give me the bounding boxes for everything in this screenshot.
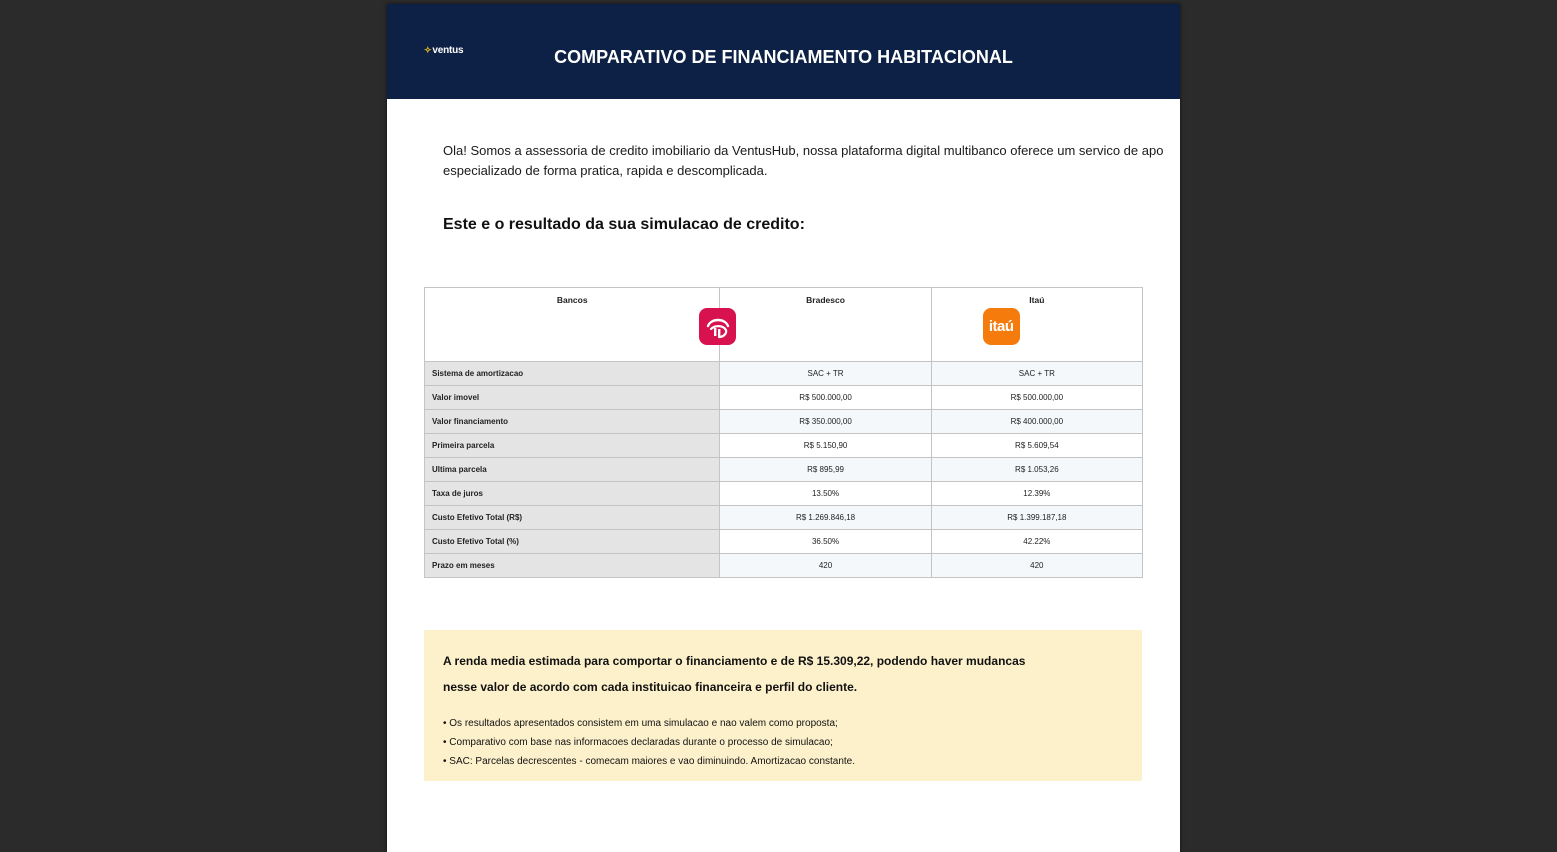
result-heading: Este e o resultado da sua simulacao de c… bbox=[443, 216, 805, 233]
row-value-bradesco: 36.50% bbox=[719, 529, 932, 554]
disclaimer-list: • Os resultados apresentados consistem e… bbox=[443, 714, 855, 771]
table-row-taxa-juros: Taxa de juros 13.50% 12.39% bbox=[423, 481, 1144, 506]
row-value-bradesco: SAC + TR bbox=[719, 361, 932, 386]
row-value-bradesco: 420 bbox=[719, 553, 932, 578]
bank-name-bradesco: Bradesco bbox=[806, 295, 845, 305]
row-label: Ultima parcela bbox=[423, 457, 721, 482]
row-value-itau: R$ 5.609,54 bbox=[930, 433, 1144, 458]
list-item: • Os resultados apresentados consistem e… bbox=[443, 718, 838, 729]
row-value-itau: R$ 1.053,26 bbox=[930, 457, 1144, 482]
row-label: Valor financiamento bbox=[423, 409, 721, 434]
document-title-text: COMPARATIVO DE FINANCIAMENTO HABITACIONA… bbox=[554, 47, 1013, 67]
row-value-bradesco: R$ 350.000,00 bbox=[719, 409, 932, 434]
row-value-itau: R$ 1.399.187,18 bbox=[930, 505, 1144, 530]
table-row-valor-imovel: Valor imovel R$ 500.000,00 R$ 500.000,00 bbox=[423, 385, 1144, 410]
row-label: Sistema de amortizacao bbox=[423, 361, 721, 386]
table-row-sistema-amortizacao: Sistema de amortizacao SAC + TR SAC + TR bbox=[423, 361, 1144, 386]
header-bank-itau: Itaú itaú bbox=[930, 287, 1144, 362]
list-item: • Comparativo com base nas informacoes d… bbox=[443, 737, 833, 748]
header-bank-bradesco: Bradesco bbox=[719, 287, 932, 362]
bank-name-itau: Itaú bbox=[1029, 295, 1045, 305]
row-label: Prazo em meses bbox=[423, 553, 721, 578]
row-value-bradesco: R$ 5.150,90 bbox=[719, 433, 932, 458]
table-row-primeira-parcela: Primeira parcela R$ 5.150,90 R$ 5.609,54 bbox=[423, 433, 1144, 458]
bradesco-tree-icon bbox=[706, 318, 729, 338]
row-value-bradesco: R$ 500.000,00 bbox=[719, 385, 932, 410]
table-header-row: Bancos Bradesco Itaú itaú bbox=[423, 287, 1144, 362]
row-label: Primeira parcela bbox=[423, 433, 721, 458]
row-label: Taxa de juros bbox=[423, 481, 721, 506]
row-value-bradesco: R$ 1.269.846,18 bbox=[719, 505, 932, 530]
table-row-prazo-meses: Prazo em meses 420 420 bbox=[423, 553, 1144, 578]
table-row-cet-percent: Custo Efetivo Total (%) 36.50% 42.22% bbox=[423, 529, 1144, 554]
income-notice-box: A renda media estimada para comportar o … bbox=[424, 630, 1142, 781]
page-header: ✧ ventus COMPARATIVO DE FINANCIAMENTO HA… bbox=[387, 4, 1180, 99]
list-item: • SAC: Parcelas decrescentes - comecam m… bbox=[443, 756, 856, 767]
document-title: COMPARATIVO DE FINANCIAMENTO HABITACIONA… bbox=[387, 47, 1180, 68]
income-notice-line-2: nesse valor de acordo com cada instituic… bbox=[443, 680, 858, 694]
intro-paragraph: Ola! Somos a assessoria de credito imobi… bbox=[443, 141, 1180, 181]
row-value-bradesco: R$ 895,99 bbox=[719, 457, 932, 482]
row-value-bradesco: 13.50% bbox=[719, 481, 932, 506]
table-row-cet-reais: Custo Efetivo Total (R$) R$ 1.269.846,18… bbox=[423, 505, 1144, 530]
row-value-itau: R$ 400.000,00 bbox=[930, 409, 1144, 434]
row-value-itau: 42.22% bbox=[930, 529, 1144, 554]
table-row-valor-financiamento: Valor financiamento R$ 350.000,00 R$ 400… bbox=[423, 409, 1144, 434]
itau-logo-text: itaú bbox=[988, 318, 1014, 335]
row-value-itau: SAC + TR bbox=[930, 361, 1144, 386]
row-label: Custo Efetivo Total (%) bbox=[423, 529, 721, 554]
income-notice-text: A renda media estimada para comportar o … bbox=[443, 648, 1123, 700]
row-value-itau: 12.39% bbox=[930, 481, 1144, 506]
intro-line-2: especializado de forma pratica, rapida e… bbox=[443, 163, 768, 178]
row-label: Custo Efetivo Total (R$) bbox=[423, 505, 721, 530]
intro-line-1: Ola! Somos a assessoria de credito imobi… bbox=[443, 143, 1164, 158]
header-bancos: Bancos bbox=[423, 287, 736, 362]
row-value-itau: 420 bbox=[930, 553, 1144, 578]
comparison-table: Bancos Bradesco Itaú itaú Sistema de amo… bbox=[423, 287, 1144, 578]
income-notice-line-1: A renda media estimada para comportar o … bbox=[443, 654, 1026, 668]
document-page: ✧ ventus COMPARATIVO DE FINANCIAMENTO HA… bbox=[387, 4, 1180, 852]
row-value-itau: R$ 500.000,00 bbox=[930, 385, 1144, 410]
row-label: Valor imovel bbox=[423, 385, 721, 410]
bradesco-logo-icon bbox=[699, 308, 736, 345]
itau-logo-icon: itaú bbox=[982, 308, 1020, 345]
header-bancos-label: Bancos bbox=[556, 295, 588, 305]
table-row-ultima-parcela: Ultima parcela R$ 895,99 R$ 1.053,26 bbox=[423, 457, 1144, 482]
